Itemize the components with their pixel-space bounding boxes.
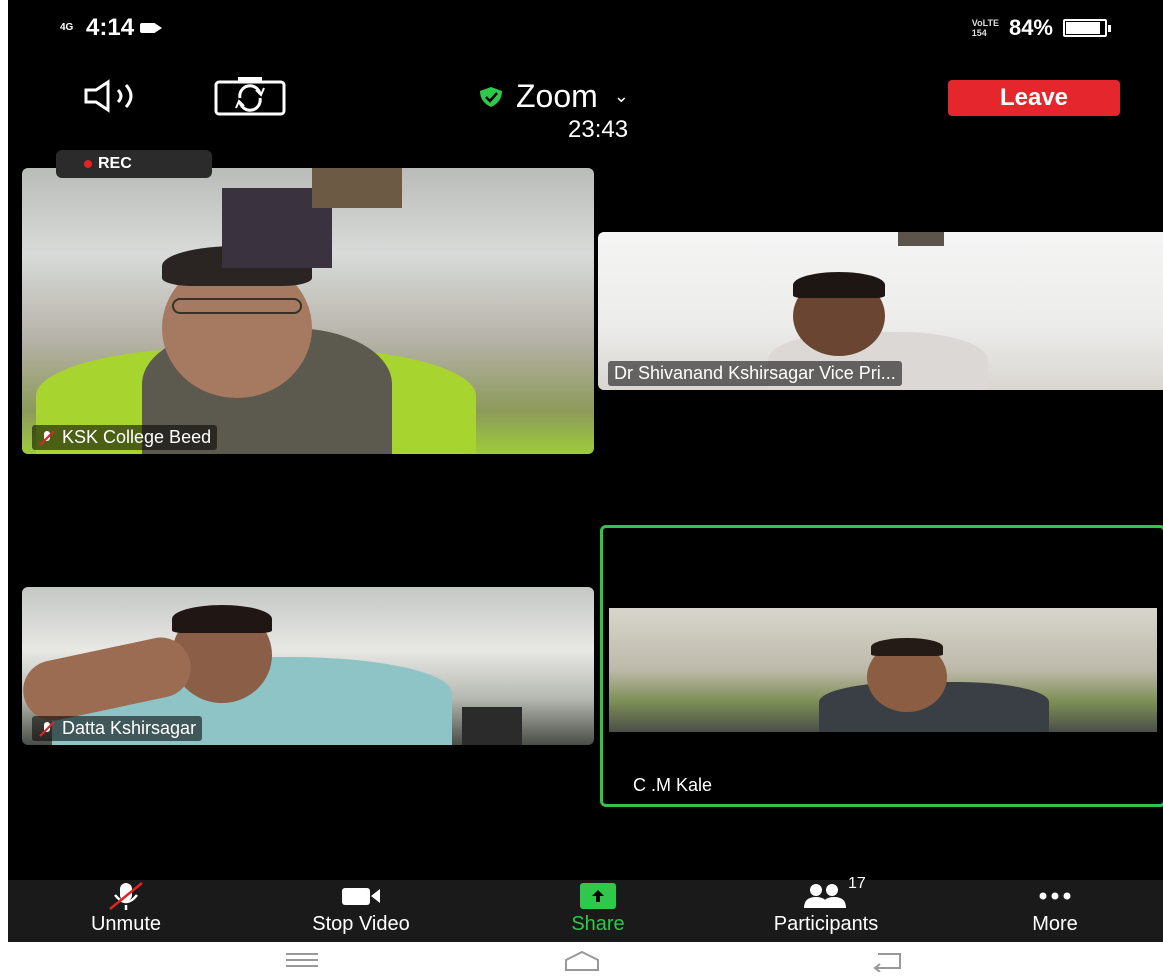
share-arrow-icon	[580, 883, 616, 909]
unmute-button[interactable]: Unmute	[66, 880, 186, 942]
participant-name: C .M Kale	[633, 775, 713, 795]
back-icon[interactable]	[868, 950, 908, 972]
share-label: Share	[571, 913, 625, 935]
video-tile[interactable]: Datta Kshirsagar	[22, 587, 594, 745]
speed-label: 154	[971, 28, 987, 38]
meeting-timer: 23:43	[568, 116, 629, 143]
meeting-toolbar: Unmute Stop Video Share 17 Participants …	[8, 875, 1163, 942]
clock: 4:14	[86, 14, 135, 41]
participant-name-label: C .M Kale	[627, 773, 718, 798]
status-left: 4G 4:14	[60, 14, 163, 42]
video-recording-status-icon	[140, 23, 163, 33]
stop-video-button[interactable]: Stop Video	[276, 880, 446, 942]
mic-off-icon	[106, 881, 146, 911]
participants-label: Participants	[773, 913, 879, 935]
mic-off-icon	[39, 720, 55, 737]
leave-button[interactable]: Leave	[948, 80, 1120, 116]
recording-badge: REC	[56, 150, 212, 178]
participant-name-label: Datta Kshirsagar	[32, 716, 203, 741]
shield-icon	[480, 86, 502, 107]
volte-label: VoLTE	[971, 18, 999, 28]
stop-video-label: Stop Video	[312, 913, 410, 935]
network-indicator: 4G	[60, 22, 74, 33]
system-navigation-bar	[0, 942, 1163, 978]
battery-icon	[1063, 19, 1111, 37]
video-tile[interactable]: Dr Shivanand Kshirsagar Vice Pri...	[598, 232, 1163, 390]
video-camera-icon	[340, 881, 382, 911]
participant-name: KSK College Beed	[62, 427, 212, 447]
participants-count-badge: 17	[848, 875, 866, 892]
flip-camera-icon[interactable]	[208, 74, 292, 118]
home-icon[interactable]	[562, 950, 602, 972]
meeting-top-bar: Zoom ⌄ 23:43 Leave	[8, 60, 1163, 150]
recording-label: REC	[98, 155, 132, 172]
lte-indicator: VoLTE 154	[972, 18, 999, 38]
participant-name-label: KSK College Beed	[32, 425, 218, 450]
menu-icon[interactable]	[282, 950, 322, 970]
participant-name-label: Dr Shivanand Kshirsagar Vice Pri...	[608, 361, 902, 386]
share-icon-wrap	[580, 881, 616, 911]
meeting-title: Zoom	[516, 78, 598, 114]
chevron-down-icon: ⌄	[613, 86, 629, 106]
battery-percent: 84%	[1008, 15, 1053, 40]
active-speaker-tile[interactable]: C .M Kale	[600, 525, 1163, 807]
speaker-icon[interactable]	[78, 76, 148, 116]
participant-name: Dr Shivanand Kshirsagar Vice Pri...	[614, 363, 896, 383]
status-bar: 4G 4:14 VoLTE 154 84%	[8, 0, 1163, 52]
unmute-label: Unmute	[90, 913, 162, 935]
zoom-screen: 4G 4:14 VoLTE 154 84% Zoom ⌄ 23:43 Leave…	[8, 0, 1163, 942]
participants-icon: 17	[796, 875, 866, 911]
video-tile[interactable]: KSK College Beed	[22, 168, 594, 454]
meeting-title-dropdown[interactable]: Zoom ⌄	[478, 78, 629, 115]
status-right: VoLTE 154 84%	[972, 15, 1111, 41]
participant-video	[609, 608, 1157, 732]
mic-off-icon	[39, 429, 55, 446]
record-dot-icon	[84, 160, 92, 168]
participants-button[interactable]: 17 Participants	[726, 875, 926, 942]
more-dots-icon	[1035, 881, 1075, 911]
share-button[interactable]: Share	[538, 880, 658, 942]
participant-name: Datta Kshirsagar	[62, 718, 197, 738]
more-button[interactable]: More	[1000, 880, 1110, 942]
more-label: More	[1032, 913, 1078, 935]
